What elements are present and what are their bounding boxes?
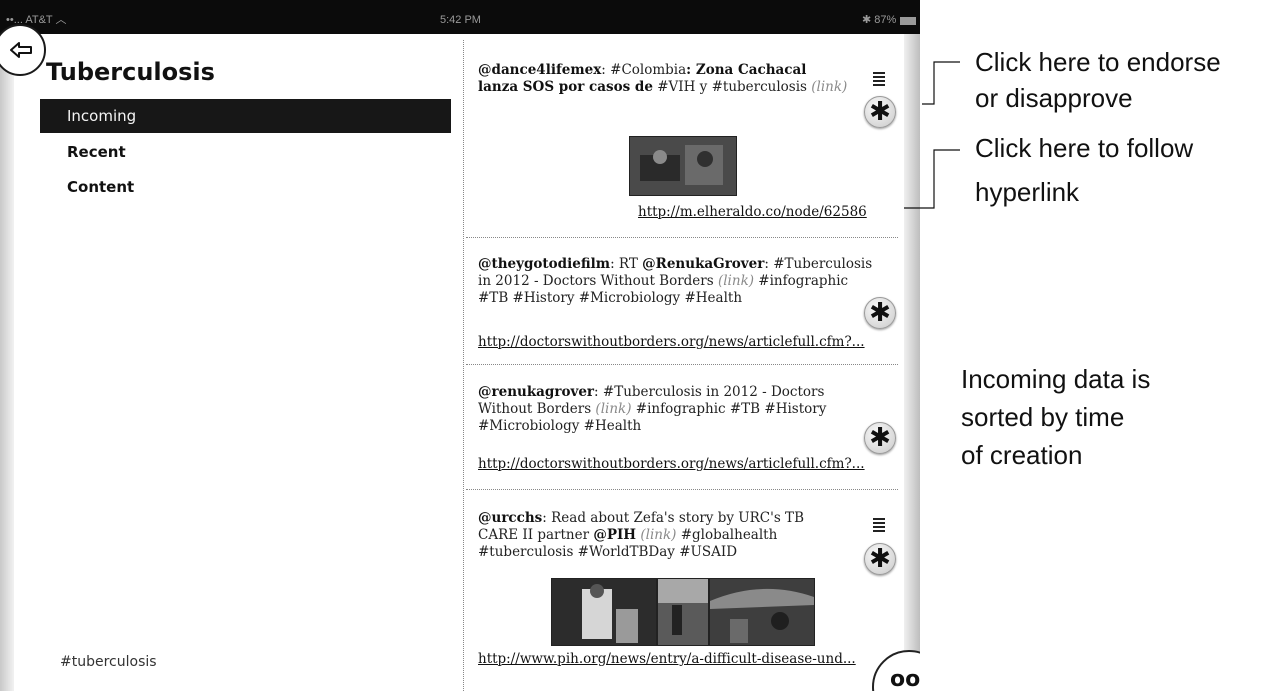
callout-line-follow <box>904 149 960 209</box>
tweet-text: @urcchs: Read about Zefa's story by URC'… <box>478 510 804 560</box>
back-arrow-icon <box>10 42 32 58</box>
tweet-thumbnail[interactable] <box>551 578 657 646</box>
asterisk-icon: ✱ <box>869 423 891 453</box>
tweet-text: @dance4lifemex: #Colombia: Zona Cachacal… <box>478 62 848 95</box>
tweet-text: @renukagrover: #Tuberculosis in 2012 - D… <box>478 384 827 434</box>
inline-link[interactable]: (link) <box>640 527 676 543</box>
tweet-separator <box>466 489 898 490</box>
tweet-separator <box>466 237 898 238</box>
tweet-item: @theygotodiefilm: RT @RenukaGrover: #Tub… <box>466 256 898 356</box>
tweet-handle[interactable]: @renukagrover <box>478 384 594 400</box>
column-divider <box>463 40 464 691</box>
tweet-handle[interactable]: @dance4lifemex <box>478 62 601 78</box>
tweet-url[interactable]: http://m.elheraldo.co/node/62586 <box>638 204 867 220</box>
annotation-follow: Click here to follow hyperlink <box>975 133 1194 207</box>
tweet-url[interactable]: http://doctorswithoutborders.org/news/ar… <box>478 456 865 472</box>
tweet-item: @dance4lifemex: #Colombia: Zona Cachacal… <box>466 62 898 232</box>
tweet-handle[interactable]: @urcchs <box>478 510 542 526</box>
tweet-handle[interactable]: @theygotodiefilm <box>478 256 610 272</box>
tweet-url[interactable]: http://doctorswithoutborders.org/news/ar… <box>478 334 865 350</box>
footer-hashtag: #tuberculosis <box>60 654 157 670</box>
page-title: Tuberculosis <box>46 58 215 86</box>
menu-item-recent[interactable]: Recent <box>40 135 451 169</box>
left-bevel <box>0 34 14 691</box>
tweet-item: @urcchs: Read about Zefa's story by URC'… <box>466 510 898 680</box>
photo-image <box>658 579 708 645</box>
asterisk-icon: ✱ <box>869 544 891 574</box>
photo-image <box>630 137 736 195</box>
asterisk-icon: ✱ <box>869 298 891 328</box>
back-button[interactable] <box>0 24 46 76</box>
endorse-button[interactable]: ✱ <box>864 543 896 575</box>
tweet-thumbnail[interactable] <box>629 136 737 196</box>
callout-line-endorse <box>922 61 960 105</box>
menu-item-content[interactable]: Content <box>40 170 451 204</box>
clock: 5:42 PM <box>440 14 481 26</box>
inline-link[interactable]: (link) <box>718 273 754 289</box>
endorse-button[interactable]: ✱ <box>864 297 896 329</box>
photo-image <box>552 579 656 645</box>
tweet-url[interactable]: http://www.pih.org/news/entry/a-difficul… <box>478 651 856 667</box>
menu-item-incoming[interactable]: Incoming <box>40 99 451 133</box>
annotation-endorse: Click here to endorse or disapprove <box>975 47 1221 113</box>
tweet-separator <box>466 364 898 365</box>
endorse-button[interactable]: ✱ <box>864 96 896 128</box>
tweet-thumbnail[interactable] <box>709 578 815 646</box>
ipad-screen: ••... AT&T ︿ 5:42 PM ✱ 87% Tuberculosis … <box>0 0 920 691</box>
photo-image <box>710 579 814 645</box>
tweet-thumbnail[interactable] <box>657 578 709 646</box>
endorse-button[interactable]: ✱ <box>864 422 896 454</box>
menu-lines-icon[interactable] <box>873 72 885 86</box>
inline-link[interactable]: (link) <box>595 401 631 417</box>
callout-lines <box>904 61 960 209</box>
asterisk-icon: ✱ <box>869 97 891 127</box>
tweet-text: @theygotodiefilm: RT @RenukaGrover: #Tub… <box>478 256 873 306</box>
annotation-sorted: Incoming data is sorted by time of creat… <box>961 364 1151 470</box>
menu-lines-icon[interactable] <box>873 518 885 532</box>
battery-icon <box>900 17 916 25</box>
battery-label: ✱ 87% <box>862 14 897 26</box>
inline-link[interactable]: (link) <box>811 79 847 95</box>
tweet-item: @renukagrover: #Tuberculosis in 2012 - D… <box>466 384 898 484</box>
status-bar: ••... AT&T ︿ 5:42 PM ✱ 87% <box>0 0 920 34</box>
